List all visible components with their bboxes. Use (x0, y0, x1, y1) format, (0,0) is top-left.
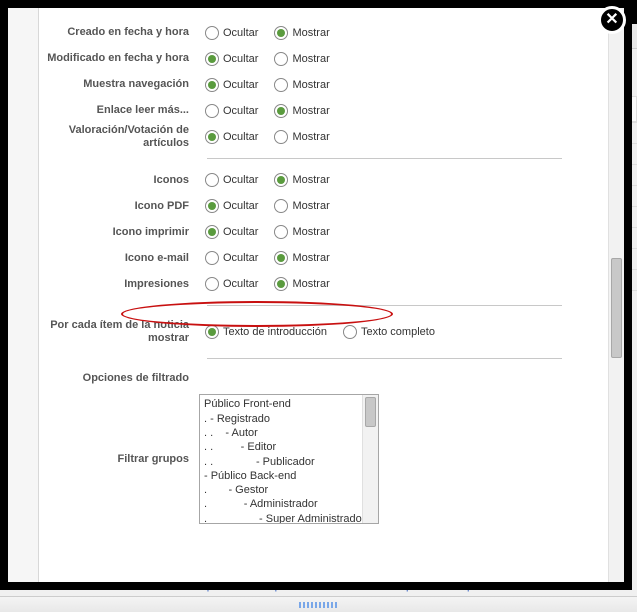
radio-navegacion-ocultar[interactable] (205, 78, 219, 92)
radio-texto-completo[interactable] (343, 325, 357, 339)
radio-modificado-ocultar[interactable] (205, 52, 219, 66)
settings-form: Creado en fecha y hora Ocultar Mostrar M… (39, 8, 608, 582)
row-creado: Creado en fecha y hora Ocultar Mostrar (39, 20, 608, 46)
radio-impresiones-ocultar[interactable] (205, 277, 219, 291)
radio-icono-pdf-mostrar[interactable] (274, 199, 288, 213)
radio-navegacion-mostrar[interactable] (274, 78, 288, 92)
row-icono-imprimir: Icono imprimir Ocultar Mostrar (39, 219, 608, 245)
radio-texto-intro[interactable] (205, 325, 219, 339)
list-item[interactable]: Público Front-end (204, 397, 360, 411)
label-por-cada-item: Por cada ítem de la noticia mostrar (39, 319, 199, 345)
label-opciones-filtrado: Opciones de filtrado (39, 372, 199, 385)
row-iconos: Iconos Ocultar Mostrar (39, 167, 608, 193)
radio-icono-email-ocultar[interactable] (205, 251, 219, 265)
scrollbar-thumb[interactable] (611, 258, 622, 358)
list-item[interactable]: . . - Editor (204, 440, 360, 454)
separator (207, 305, 562, 306)
optlabel-ocultar[interactable]: Ocultar (223, 27, 258, 39)
row-icono-pdf: Icono PDF Ocultar Mostrar (39, 193, 608, 219)
radio-icono-imprimir-mostrar[interactable] (274, 225, 288, 239)
label-modificado: Modificado en fecha y hora (39, 52, 199, 65)
row-icono-email: Icono e-mail Ocultar Mostrar (39, 245, 608, 271)
list-item[interactable]: . . - Autor (204, 426, 360, 440)
radio-iconos-ocultar[interactable] (205, 173, 219, 187)
row-leer-mas: Enlace leer más... Ocultar Mostrar (39, 98, 608, 124)
modal-vertical-scrollbar[interactable] (608, 8, 624, 582)
row-valoracion: Valoración/Votación de artículos Ocultar… (39, 124, 608, 150)
label-icono-pdf: Icono PDF (39, 200, 199, 213)
radio-leer-mas-mostrar[interactable] (274, 104, 288, 118)
label-iconos: Iconos (39, 174, 199, 187)
radio-iconos-mostrar[interactable] (274, 173, 288, 187)
label-valoracion: Valoración/Votación de artículos (39, 124, 199, 150)
close-button[interactable]: ✕ (598, 6, 626, 34)
label-icono-email: Icono e-mail (39, 252, 199, 265)
modal-content-panel: Creado en fecha y hora Ocultar Mostrar M… (38, 8, 624, 582)
listbox-items: Público Front-end . - Registrado . . - A… (200, 395, 378, 524)
label-navegacion: Muestra navegación (39, 78, 199, 91)
radio-creado-ocultar[interactable] (205, 26, 219, 40)
list-item[interactable]: . - Administrador (204, 497, 360, 511)
radio-icono-email-mostrar[interactable] (274, 251, 288, 265)
radio-valoracion-mostrar[interactable] (274, 130, 288, 144)
label-creado: Creado en fecha y hora (39, 26, 199, 39)
list-item[interactable]: - Público Back-end (204, 469, 360, 483)
filtrar-grupos-listbox[interactable]: Público Front-end . - Registrado . . - A… (199, 394, 379, 524)
row-modificado: Modificado en fecha y hora Ocultar Mostr… (39, 46, 608, 72)
optlabel-texto-completo[interactable]: Texto completo (361, 326, 435, 338)
listbox-scrollbar-thumb[interactable] (365, 397, 376, 427)
close-icon: ✕ (605, 12, 618, 28)
optlabel-mostrar[interactable]: Mostrar (292, 27, 329, 39)
row-filtrar-grupos: Filtrar grupos Público Front-end . - Reg… (39, 389, 608, 529)
row-navegacion: Muestra navegación Ocultar Mostrar (39, 72, 608, 98)
radio-modificado-mostrar[interactable] (274, 52, 288, 66)
radio-valoracion-ocultar[interactable] (205, 130, 219, 144)
separator (207, 358, 562, 359)
modal-dialog: ✕ Creado en fecha y hora Ocultar Mostrar… (0, 0, 632, 590)
label-leer-mas: Enlace leer más... (39, 104, 199, 117)
radio-icono-pdf-ocultar[interactable] (205, 199, 219, 213)
row-opciones-filtrado: Opciones de filtrado (39, 367, 608, 389)
radio-leer-mas-ocultar[interactable] (205, 104, 219, 118)
row-impresiones: Impresiones Ocultar Mostrar (39, 271, 608, 297)
page-horizontal-scrollbar[interactable] (0, 596, 637, 612)
listbox-scrollbar[interactable] (362, 395, 378, 523)
list-item[interactable]: . . - Publicador (204, 455, 360, 469)
radio-creado-mostrar[interactable] (274, 26, 288, 40)
label-filtrar-grupos: Filtrar grupos (39, 453, 199, 466)
radio-icono-imprimir-ocultar[interactable] (205, 225, 219, 239)
separator (207, 158, 562, 159)
modal-left-gutter (8, 8, 38, 582)
list-item[interactable]: . - Gestor (204, 483, 360, 497)
label-icono-imprimir: Icono imprimir (39, 226, 199, 239)
row-por-cada-item: Por cada ítem de la noticia mostrar Text… (39, 314, 608, 350)
optlabel-texto-intro[interactable]: Texto de introducción (223, 326, 327, 338)
label-impresiones: Impresiones (39, 278, 199, 291)
list-item[interactable]: . - Super Administrador (204, 512, 360, 525)
list-item[interactable]: . - Registrado (204, 412, 360, 426)
radio-impresiones-mostrar[interactable] (274, 277, 288, 291)
